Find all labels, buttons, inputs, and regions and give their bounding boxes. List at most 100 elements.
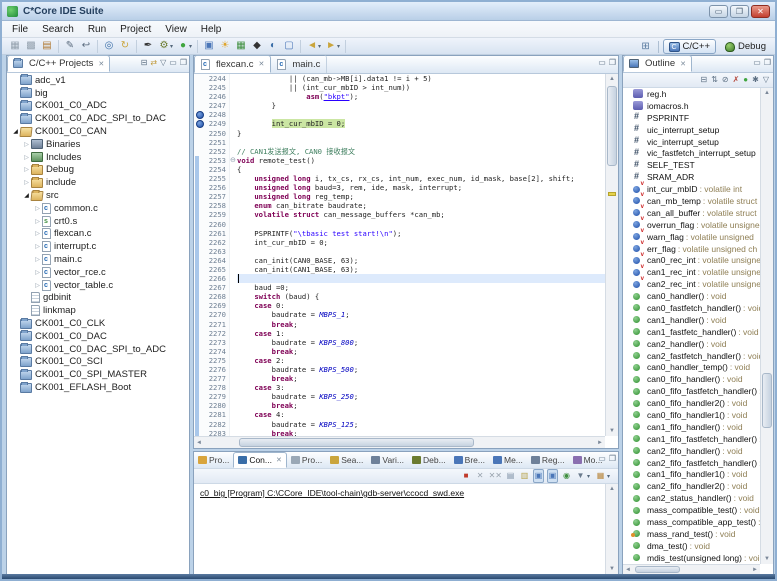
code-text[interactable]: case 0:: [237, 301, 605, 310]
expanded-arrow-icon[interactable]: ◢: [22, 192, 31, 199]
outline-item[interactable]: can2_handler() : void: [623, 338, 760, 350]
outline-item[interactable]: can2_rec_int : volatile unsigned: [623, 278, 760, 290]
code-text[interactable]: asm("bkpt");: [237, 92, 605, 101]
line-number[interactable]: 2282: [205, 420, 229, 429]
minimize-view-icon[interactable]: ▭: [169, 58, 177, 68]
breakpoint-icon[interactable]: [196, 111, 204, 119]
code-line[interactable]: 2280 break;: [194, 401, 605, 410]
bottom-tab-progress[interactable]: Pro...: [287, 452, 326, 468]
collapsed-arrow-icon[interactable]: ▷: [33, 243, 42, 250]
refresh-icon[interactable]: ↻: [117, 39, 133, 53]
code-line[interactable]: 2276 baudrate = KBPS_500;: [194, 365, 605, 374]
code-line[interactable]: 2264 can_init(CAN0_BASE, 63);: [194, 256, 605, 265]
code-text[interactable]: int_cur_mbID = 0;: [237, 119, 605, 128]
code-line[interactable]: 2249 int_cur_mbID = 0;: [194, 119, 605, 128]
console-scrollbar[interactable]: ▲ ▼: [605, 484, 618, 574]
line-number[interactable]: 2253: [205, 156, 229, 165]
code-line[interactable]: 2268 switch (baud) {: [194, 292, 605, 301]
remove-all-launches-icon[interactable]: ✕✕: [489, 470, 502, 482]
outline-item[interactable]: can0_fastfetch_handler() : void: [623, 302, 760, 314]
outline-item[interactable]: iomacros.h: [623, 100, 760, 112]
line-number[interactable]: 2263: [205, 247, 229, 256]
tree-item[interactable]: CK001_C0_SCI: [7, 356, 189, 369]
outline-item[interactable]: can1_fifo_handler1() : void: [623, 469, 760, 481]
bottom-tab-variables[interactable]: Vari...: [367, 452, 408, 468]
console-output[interactable]: c0_big [Program] C:\CCore_IDE\tool-chain…: [194, 484, 605, 574]
editor-tab-flexcan-c[interactable]: flexcan.c✕: [194, 55, 271, 73]
bottom-tab-search[interactable]: Sea...: [326, 452, 367, 468]
tree-item[interactable]: ▷interrupt.c: [7, 240, 189, 253]
line-number[interactable]: 2280: [205, 401, 229, 410]
code-editor[interactable]: 2244 || (can_mb->MB[i].data1 != i + 5)22…: [194, 74, 605, 436]
hide-fields-icon[interactable]: ⊘: [722, 74, 729, 86]
display-console-icon[interactable]: ▼: [575, 470, 586, 482]
gutter-annotation-column[interactable]: [194, 192, 205, 201]
menu-view[interactable]: View: [158, 23, 194, 36]
annotate-icon[interactable]: ✎: [62, 39, 78, 53]
tree-item[interactable]: CK001_C0_CLK: [7, 317, 189, 330]
breakpoint-icon[interactable]: [196, 120, 204, 128]
scroll-left-icon[interactable]: ◄: [194, 437, 204, 449]
hide-static-icon[interactable]: ✗: [733, 74, 740, 86]
line-number[interactable]: 2264: [205, 256, 229, 265]
outline-item[interactable]: mass_rand_test() : void: [623, 528, 760, 540]
line-number[interactable]: 2249: [205, 119, 229, 128]
tree-item[interactable]: ▷vector_rce.c: [7, 266, 189, 279]
code-text[interactable]: baudrate = KBPS_500;: [237, 365, 605, 374]
line-number[interactable]: 2266: [205, 274, 229, 283]
code-line[interactable]: 2261 PSPRINTF("\tbasic test start!\n");: [194, 229, 605, 238]
editor-tab-main-c[interactable]: main.c: [271, 55, 327, 73]
outline-item[interactable]: can2_fifo_handler() : void: [623, 445, 760, 457]
outline-item[interactable]: can1_fifo_handler() : void: [623, 421, 760, 433]
gutter-annotation-column[interactable]: [194, 401, 205, 410]
tree-item[interactable]: ◢src: [7, 189, 189, 202]
code-text[interactable]: || (int_cur_mbID > int_num)): [237, 83, 605, 92]
bottom-tab-console[interactable]: Con...✕: [233, 452, 287, 468]
collapsed-arrow-icon[interactable]: ▷: [22, 141, 31, 148]
scroll-right-icon[interactable]: ►: [595, 437, 605, 449]
bottom-tab-problems[interactable]: Pro...: [194, 452, 233, 468]
scroll-up-icon[interactable]: ▲: [606, 484, 618, 494]
code-text[interactable]: // CAN1发送报文, CAN0 接收报文: [237, 147, 605, 156]
perspective-debug[interactable]: Debug: [720, 39, 771, 54]
code-text[interactable]: baudrate = KBPS_800;: [237, 338, 605, 347]
gutter-annotation-column[interactable]: [194, 138, 205, 147]
code-line[interactable]: 2259 volatile struct can_message_buffers…: [194, 210, 605, 219]
view-menu-icon[interactable]: ▽: [763, 74, 769, 86]
code-line[interactable]: 2263: [194, 247, 605, 256]
pin-console-icon[interactable]: ◉: [561, 470, 572, 482]
code-text[interactable]: baudrate = MBPS_1;: [237, 310, 605, 319]
open-console-icon[interactable]: ▦: [595, 470, 606, 482]
code-line[interactable]: 2279 baudrate = KBPS_250;: [194, 392, 605, 401]
open-perspective-icon[interactable]: ⊞: [638, 40, 654, 54]
save-all-icon[interactable]: ▩: [23, 39, 39, 53]
gutter-annotation-column[interactable]: [194, 256, 205, 265]
code-text[interactable]: break;: [237, 429, 605, 436]
outline-item[interactable]: mdis_test(unsigned long) : void: [623, 552, 760, 564]
outline-item[interactable]: can2_status_handler() : void: [623, 492, 760, 504]
line-number[interactable]: 2250: [205, 129, 229, 138]
code-text[interactable]: }: [237, 101, 605, 110]
forward-dropdown-icon[interactable]: ▾: [337, 43, 340, 50]
clock-icon[interactable]: ◐: [265, 39, 281, 53]
maximize-view-icon[interactable]: ❐: [180, 58, 187, 68]
gutter-annotation-column[interactable]: [194, 247, 205, 256]
show-stdout-icon[interactable]: ▣: [533, 469, 544, 483]
code-text[interactable]: {: [237, 165, 605, 174]
open-console-dropdown-icon[interactable]: ▾: [607, 473, 610, 480]
line-number[interactable]: 2267: [205, 283, 229, 292]
line-number[interactable]: 2248: [205, 110, 229, 119]
outline-item[interactable]: can0_fifo_fastfetch_handler() : void: [623, 385, 760, 397]
maximize-view-icon[interactable]: ❐: [764, 58, 771, 68]
code-line[interactable]: 2266: [194, 274, 605, 283]
view-menu-icon[interactable]: ▽: [160, 58, 166, 68]
code-text[interactable]: PSPRINTF("\tbasic test start!\n");: [237, 229, 605, 238]
outline-horizontal-scrollbar[interactable]: ◄ ►: [623, 564, 760, 574]
outline-item[interactable]: can0_handler() : void: [623, 290, 760, 302]
code-text[interactable]: void remote_test(): [237, 156, 605, 165]
line-number[interactable]: 2281: [205, 410, 229, 419]
outline-item[interactable]: vic_fastfetch_interrupt_setup: [623, 147, 760, 159]
terminate-icon[interactable]: ■: [461, 470, 472, 482]
bottom-tab-memory[interactable]: Me...: [489, 452, 527, 468]
scroll-down-icon[interactable]: ▼: [761, 554, 773, 564]
